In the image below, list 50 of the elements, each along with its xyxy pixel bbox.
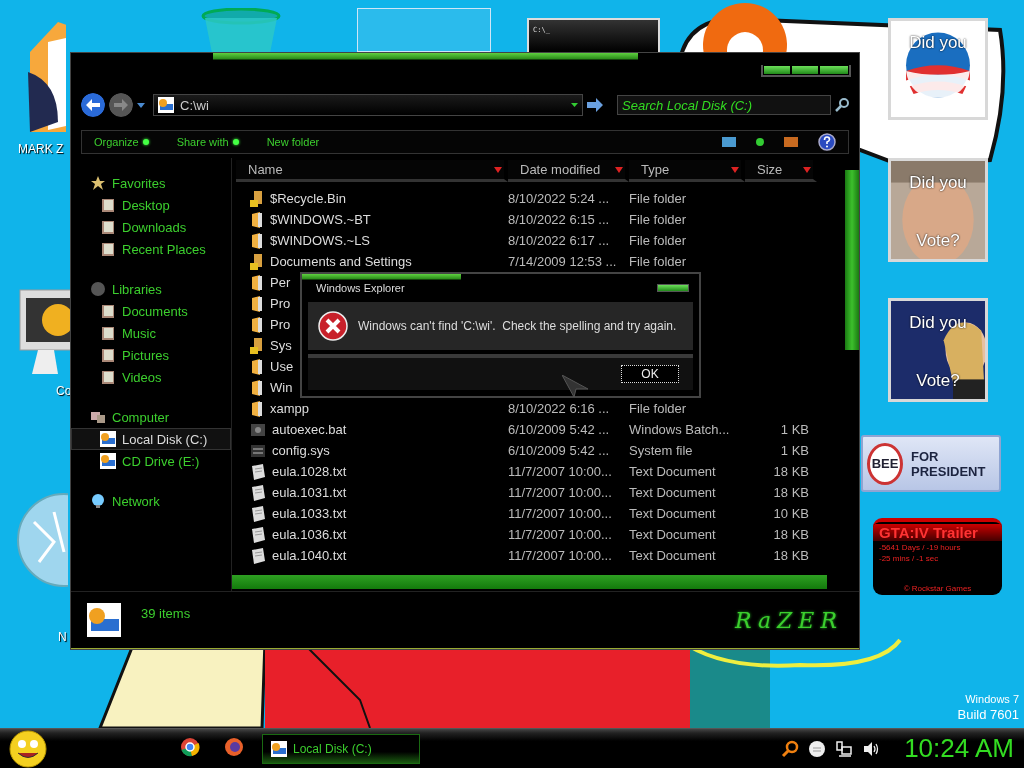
- error-message: Windows can't find 'C:\wi'. Check the spelling and try again.: [358, 319, 677, 333]
- os-version-text: Build 7601: [957, 707, 1019, 722]
- table-cell-text: 11/7/2007 10:00...: [508, 506, 613, 521]
- table-cell-text: Text Document: [629, 464, 717, 479]
- poster-text: Vote?: [916, 231, 960, 251]
- dialog-title: Windows Explorer: [316, 282, 405, 294]
- table-cell-text: 18 KB: [772, 485, 810, 500]
- table-cell-text: Text Document: [629, 527, 717, 542]
- table-cell-text: 18 KB: [772, 464, 810, 479]
- table-cell-text: 8/10/2022 6:16 ...: [508, 401, 611, 416]
- table-cell-text: 8/10/2022 6:17 ...: [508, 233, 611, 248]
- table-cell-text: 8/10/2022 5:24 ...: [508, 191, 611, 206]
- countdown-text: -5641 Days / -19 hours: [879, 543, 962, 552]
- table-cell-text: 6/10/2009 5:42 ...: [508, 443, 611, 458]
- clock: 10:24 AM: [904, 733, 1014, 764]
- table-cell-text: Text Document: [629, 548, 717, 563]
- table-cell-text: 1 KB: [779, 422, 810, 437]
- poster-text: Vote?: [916, 371, 960, 391]
- table-cell-text: Text Document: [629, 506, 717, 521]
- table-cell-text: 6/10/2009 5:42 ...: [508, 422, 611, 437]
- table-cell-text: 7/14/2009 12:53 ...: [508, 254, 618, 269]
- table-cell-text: 11/7/2007 10:00...: [508, 464, 613, 479]
- table-cell-text: Windows Batch...: [629, 422, 731, 437]
- table-cell-text: System file: [629, 443, 694, 458]
- os-version-text: Windows 7: [965, 693, 1019, 705]
- table-cell-text: File folder: [629, 191, 688, 206]
- table-cell-text: File folder: [629, 233, 688, 248]
- logo-text: RaZER: [734, 607, 843, 633]
- table-cell-text: 1 KB: [779, 443, 810, 458]
- table-cell-text: 10 KB: [772, 506, 810, 521]
- gadget-footer: © Rockstar Games: [879, 584, 996, 593]
- table-cell-text: 8/10/2022 6:15 ...: [508, 212, 611, 227]
- banner-text: FOR PRESIDENT: [911, 448, 987, 479]
- table-cell-text: 18 KB: [772, 548, 810, 563]
- icon-label: N: [58, 630, 67, 644]
- item-count: 39 items: [141, 605, 191, 621]
- table-cell-text: Text Document: [629, 485, 717, 500]
- table-cell-text: 11/7/2007 10:00...: [508, 485, 613, 500]
- campaign-badge: BEE: [867, 442, 904, 485]
- table-cell-text: 18 KB: [772, 527, 810, 542]
- poster-text: Did you: [909, 173, 967, 193]
- table-cell-text: File folder: [629, 212, 688, 227]
- table-cell-text: File folder: [629, 401, 688, 416]
- table-cell-text: 11/7/2007 10:00...: [508, 527, 613, 542]
- gadget-title: GTA:IV Trailer: [873, 524, 1002, 541]
- poster-text: Did you: [909, 313, 967, 333]
- countdown-text: -25 mins / -1 sec: [879, 554, 940, 563]
- table-cell-text: 11/7/2007 10:00...: [508, 548, 613, 563]
- icon-label: MARK Z: [18, 142, 64, 156]
- table-cell-text: File folder: [629, 254, 688, 269]
